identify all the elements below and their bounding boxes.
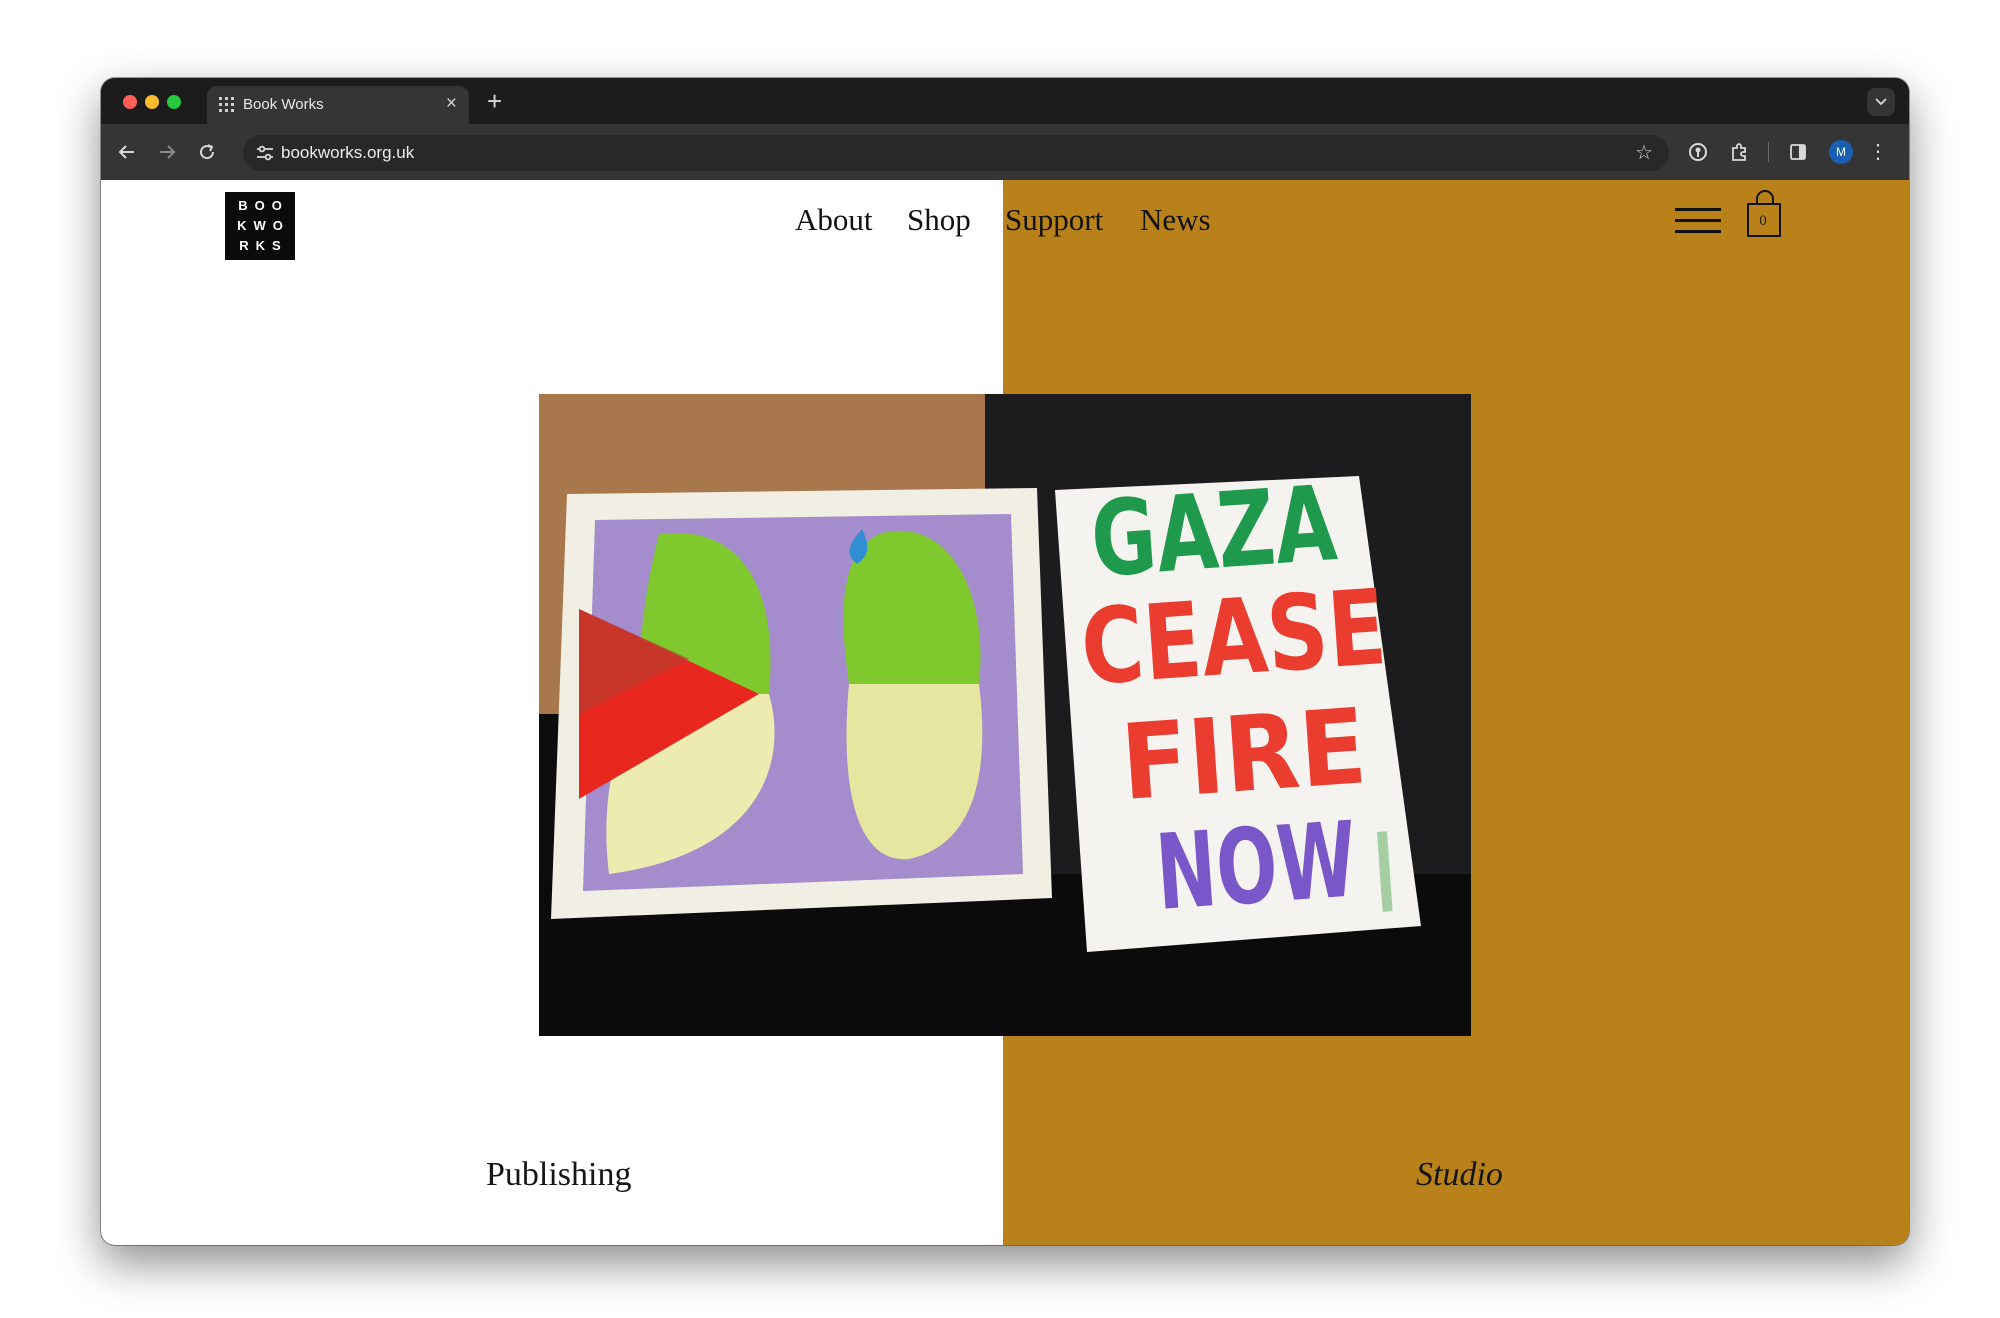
minimize-window-button[interactable] <box>145 95 159 109</box>
poster-line: NOW <box>1152 798 1360 934</box>
section-link-studio[interactable]: Studio <box>1416 1156 1503 1194</box>
browser-toolbar: bookworks.org.uk ☆ M ⋮ <box>101 124 1909 180</box>
hamburger-menu-icon[interactable] <box>1675 206 1721 236</box>
cart-count: 0 <box>1759 213 1767 229</box>
tab-strip: Book Works × + <box>101 78 1909 124</box>
bookmark-star-icon[interactable]: ☆ <box>1635 140 1653 166</box>
profile-avatar[interactable]: M <box>1829 140 1853 164</box>
section-link-publishing[interactable]: Publishing <box>486 1156 631 1194</box>
hero-artwork-image[interactable]: GAZA CEASE FIRE NOW <box>539 394 1471 1036</box>
back-icon[interactable] <box>113 138 141 166</box>
book-works-logo[interactable]: BOO KWO RKS <box>225 192 295 260</box>
logo-row: BOO <box>238 198 289 213</box>
cart-bag-icon[interactable]: 0 <box>1746 190 1786 238</box>
menu-kebab-icon[interactable]: ⋮ <box>1867 139 1889 165</box>
favicon-grid-icon <box>219 97 234 112</box>
tab-book-works[interactable]: Book Works × <box>207 86 469 124</box>
nav-support[interactable]: Support <box>1005 202 1103 238</box>
toolbar-divider <box>1768 142 1769 162</box>
address-bar[interactable]: bookworks.org.uk ☆ <box>243 135 1669 171</box>
tab-close-icon[interactable]: × <box>446 93 457 115</box>
new-tab-button[interactable]: + <box>487 86 502 116</box>
close-window-button[interactable] <box>123 95 137 109</box>
tab-search-chevron-icon[interactable] <box>1867 88 1895 116</box>
tab-title: Book Works <box>243 96 324 113</box>
password-key-icon[interactable] <box>1685 139 1711 165</box>
logo-row: KWO <box>237 218 290 233</box>
nav-shop[interactable]: Shop <box>907 202 971 238</box>
browser-window: Book Works × + bookworks.org.uk ☆ M ⋮ BO… <box>101 78 1909 1245</box>
logo-row: RKS <box>239 238 288 253</box>
url-text[interactable]: bookworks.org.uk <box>281 143 414 163</box>
reload-icon[interactable] <box>193 138 221 166</box>
nav-about[interactable]: About <box>795 202 873 238</box>
forward-icon[interactable] <box>153 138 181 166</box>
web-page: BOO KWO RKS About Shop Support News 0 GA… <box>101 180 1909 1245</box>
side-panel-icon[interactable] <box>1785 139 1811 165</box>
zoom-window-button[interactable] <box>167 95 181 109</box>
nav-news[interactable]: News <box>1140 202 1211 238</box>
extensions-icon[interactable] <box>1726 139 1752 165</box>
site-settings-icon[interactable] <box>255 144 275 162</box>
